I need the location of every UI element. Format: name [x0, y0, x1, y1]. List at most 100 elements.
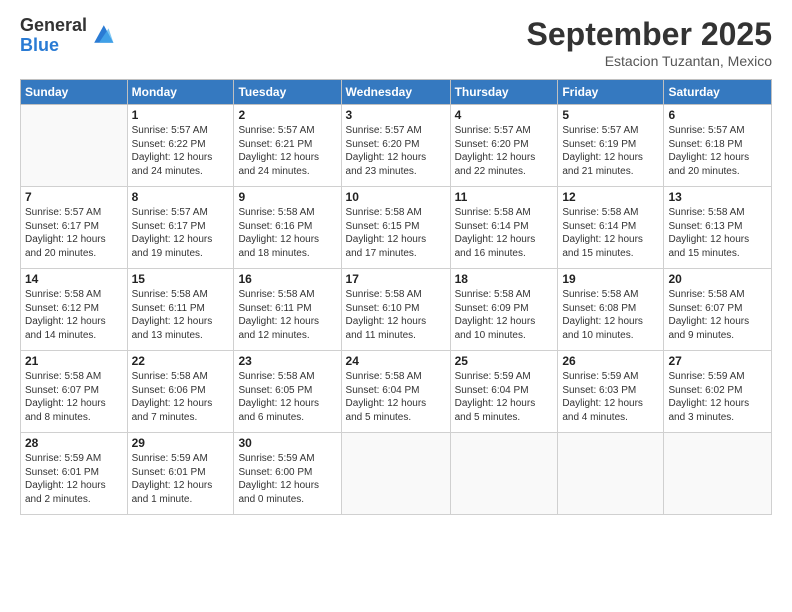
logo-text: General Blue [20, 16, 87, 56]
day-number: 3 [346, 108, 446, 122]
calendar-cell: 4 Sunrise: 5:57 AM Sunset: 6:20 PM Daylig… [450, 105, 558, 187]
calendar-cell: 10 Sunrise: 5:58 AM Sunset: 6:15 PM Dayli… [341, 187, 450, 269]
month-title: September 2025 [527, 16, 772, 53]
day-info: Sunrise: 5:58 AM Sunset: 6:06 PM Dayligh… [132, 370, 230, 424]
calendar-cell: 23 Sunrise: 5:58 AM Sunset: 6:05 PM Dayli… [234, 351, 341, 433]
calendar-table: SundayMondayTuesdayWednesdayThursdayFrid… [20, 79, 772, 515]
calendar-cell: 9 Sunrise: 5:58 AM Sunset: 6:16 PM Daylig… [234, 187, 341, 269]
calendar-cell: 8 Sunrise: 5:57 AM Sunset: 6:17 PM Daylig… [127, 187, 234, 269]
calendar-cell: 26Sunrise: 5:59 AM Sunset: 6:03 PM Dayli… [558, 351, 664, 433]
page: General Blue September 2025 Estacion Tuz… [0, 0, 792, 612]
day-number: 18 [455, 272, 554, 286]
day-info: Sunrise: 5:58 AM Sunset: 6:16 PM Dayligh… [238, 206, 336, 260]
day-info: Sunrise: 5:58 AM Sunset: 6:04 PM Dayligh… [346, 370, 446, 424]
calendar-cell: 29 Sunrise: 5:59 AM Sunset: 6:01 PM Dayli… [127, 433, 234, 515]
day-info: Sunrise: 5:57 AM Sunset: 6:17 PM Dayligh… [25, 206, 123, 260]
day-info: Sunrise: 5:58 AM Sunset: 6:14 PM Dayligh… [455, 206, 554, 260]
calendar-cell: 6 Sunrise: 5:57 AM Sunset: 6:18 PM Daylig… [664, 105, 772, 187]
day-info: Sunrise: 5:57 AM Sunset: 6:19 PM Dayligh… [562, 124, 659, 178]
calendar-cell: 18 Sunrise: 5:58 AM Sunset: 6:09 PM Dayli… [450, 269, 558, 351]
calendar-cell: 5 Sunrise: 5:57 AM Sunset: 6:19 PM Daylig… [558, 105, 664, 187]
title-block: September 2025 Estacion Tuzantan, Mexico [527, 16, 772, 69]
weekday-header: Tuesday [234, 80, 341, 105]
logo-general: General [20, 16, 87, 36]
day-number: 2 [238, 108, 336, 122]
calendar-cell: 27Sunrise: 5:59 AM Sunset: 6:02 PM Dayli… [664, 351, 772, 433]
calendar-cell: 20 Sunrise: 5:58 AM Sunset: 6:07 PM Dayli… [664, 269, 772, 351]
day-number: 6 [668, 108, 767, 122]
header: General Blue September 2025 Estacion Tuz… [20, 16, 772, 69]
calendar-cell: 1Sunrise: 5:57 AM Sunset: 6:22 PM Daylig… [127, 105, 234, 187]
day-info: Sunrise: 5:59 AM Sunset: 6:01 PM Dayligh… [25, 452, 123, 506]
day-number: 16 [238, 272, 336, 286]
day-number: 9 [238, 190, 336, 204]
calendar-cell: 30 Sunrise: 5:59 AM Sunset: 6:00 PM Dayli… [234, 433, 341, 515]
calendar-cell [450, 433, 558, 515]
day-number: 19 [562, 272, 659, 286]
calendar-week-row: 14 Sunrise: 5:58 AM Sunset: 6:12 PM Dayli… [21, 269, 772, 351]
day-info: Sunrise: 5:59 AM Sunset: 6:00 PM Dayligh… [238, 452, 336, 506]
calendar-cell: 22 Sunrise: 5:58 AM Sunset: 6:06 PM Dayli… [127, 351, 234, 433]
calendar-cell [341, 433, 450, 515]
day-info: Sunrise: 5:58 AM Sunset: 6:14 PM Dayligh… [562, 206, 659, 260]
day-number: 21 [25, 354, 123, 368]
calendar-week-row: 1Sunrise: 5:57 AM Sunset: 6:22 PM Daylig… [21, 105, 772, 187]
calendar-cell: 24 Sunrise: 5:58 AM Sunset: 6:04 PM Dayli… [341, 351, 450, 433]
logo: General Blue [20, 16, 115, 56]
day-number: 24 [346, 354, 446, 368]
day-info: Sunrise: 5:59 AM Sunset: 6:01 PM Dayligh… [132, 452, 230, 506]
logo-blue: Blue [20, 36, 87, 56]
calendar-cell: 14 Sunrise: 5:58 AM Sunset: 6:12 PM Dayli… [21, 269, 128, 351]
day-info: Sunrise: 5:58 AM Sunset: 6:13 PM Dayligh… [668, 206, 767, 260]
weekday-header: Friday [558, 80, 664, 105]
day-number: 30 [238, 436, 336, 450]
calendar-week-row: 28Sunrise: 5:59 AM Sunset: 6:01 PM Dayli… [21, 433, 772, 515]
day-info: Sunrise: 5:57 AM Sunset: 6:22 PM Dayligh… [132, 124, 230, 178]
calendar-week-row: 21 Sunrise: 5:58 AM Sunset: 6:07 PM Dayli… [21, 351, 772, 433]
day-info: Sunrise: 5:58 AM Sunset: 6:12 PM Dayligh… [25, 288, 123, 342]
day-info: Sunrise: 5:57 AM Sunset: 6:17 PM Dayligh… [132, 206, 230, 260]
day-info: Sunrise: 5:59 AM Sunset: 6:04 PM Dayligh… [455, 370, 554, 424]
day-number: 5 [562, 108, 659, 122]
calendar-cell: 19 Sunrise: 5:58 AM Sunset: 6:08 PM Dayli… [558, 269, 664, 351]
day-number: 10 [346, 190, 446, 204]
day-info: Sunrise: 5:58 AM Sunset: 6:07 PM Dayligh… [25, 370, 123, 424]
weekday-header-row: SundayMondayTuesdayWednesdayThursdayFrid… [21, 80, 772, 105]
calendar-cell: 15Sunrise: 5:58 AM Sunset: 6:11 PM Dayli… [127, 269, 234, 351]
day-info: Sunrise: 5:58 AM Sunset: 6:15 PM Dayligh… [346, 206, 446, 260]
day-number: 4 [455, 108, 554, 122]
calendar-week-row: 7 Sunrise: 5:57 AM Sunset: 6:17 PM Daylig… [21, 187, 772, 269]
calendar-cell [664, 433, 772, 515]
day-number: 7 [25, 190, 123, 204]
calendar-cell: 7 Sunrise: 5:57 AM Sunset: 6:17 PM Daylig… [21, 187, 128, 269]
calendar-cell: 28Sunrise: 5:59 AM Sunset: 6:01 PM Dayli… [21, 433, 128, 515]
day-info: Sunrise: 5:58 AM Sunset: 6:09 PM Dayligh… [455, 288, 554, 342]
day-number: 22 [132, 354, 230, 368]
weekday-header: Wednesday [341, 80, 450, 105]
day-number: 12 [562, 190, 659, 204]
calendar-cell: 2Sunrise: 5:57 AM Sunset: 6:21 PM Daylig… [234, 105, 341, 187]
subtitle: Estacion Tuzantan, Mexico [527, 53, 772, 69]
day-info: Sunrise: 5:57 AM Sunset: 6:20 PM Dayligh… [455, 124, 554, 178]
day-info: Sunrise: 5:58 AM Sunset: 6:05 PM Dayligh… [238, 370, 336, 424]
day-info: Sunrise: 5:58 AM Sunset: 6:08 PM Dayligh… [562, 288, 659, 342]
logo-icon [91, 22, 115, 46]
day-info: Sunrise: 5:57 AM Sunset: 6:18 PM Dayligh… [668, 124, 767, 178]
day-number: 23 [238, 354, 336, 368]
calendar-cell: 17Sunrise: 5:58 AM Sunset: 6:10 PM Dayli… [341, 269, 450, 351]
day-number: 14 [25, 272, 123, 286]
day-number: 27 [668, 354, 767, 368]
day-number: 26 [562, 354, 659, 368]
day-number: 8 [132, 190, 230, 204]
day-info: Sunrise: 5:58 AM Sunset: 6:11 PM Dayligh… [238, 288, 336, 342]
day-number: 20 [668, 272, 767, 286]
calendar-cell: 3Sunrise: 5:57 AM Sunset: 6:20 PM Daylig… [341, 105, 450, 187]
day-number: 29 [132, 436, 230, 450]
calendar-cell [21, 105, 128, 187]
day-info: Sunrise: 5:58 AM Sunset: 6:07 PM Dayligh… [668, 288, 767, 342]
weekday-header: Saturday [664, 80, 772, 105]
day-number: 13 [668, 190, 767, 204]
weekday-header: Thursday [450, 80, 558, 105]
calendar-cell: 11Sunrise: 5:58 AM Sunset: 6:14 PM Dayli… [450, 187, 558, 269]
calendar-cell [558, 433, 664, 515]
